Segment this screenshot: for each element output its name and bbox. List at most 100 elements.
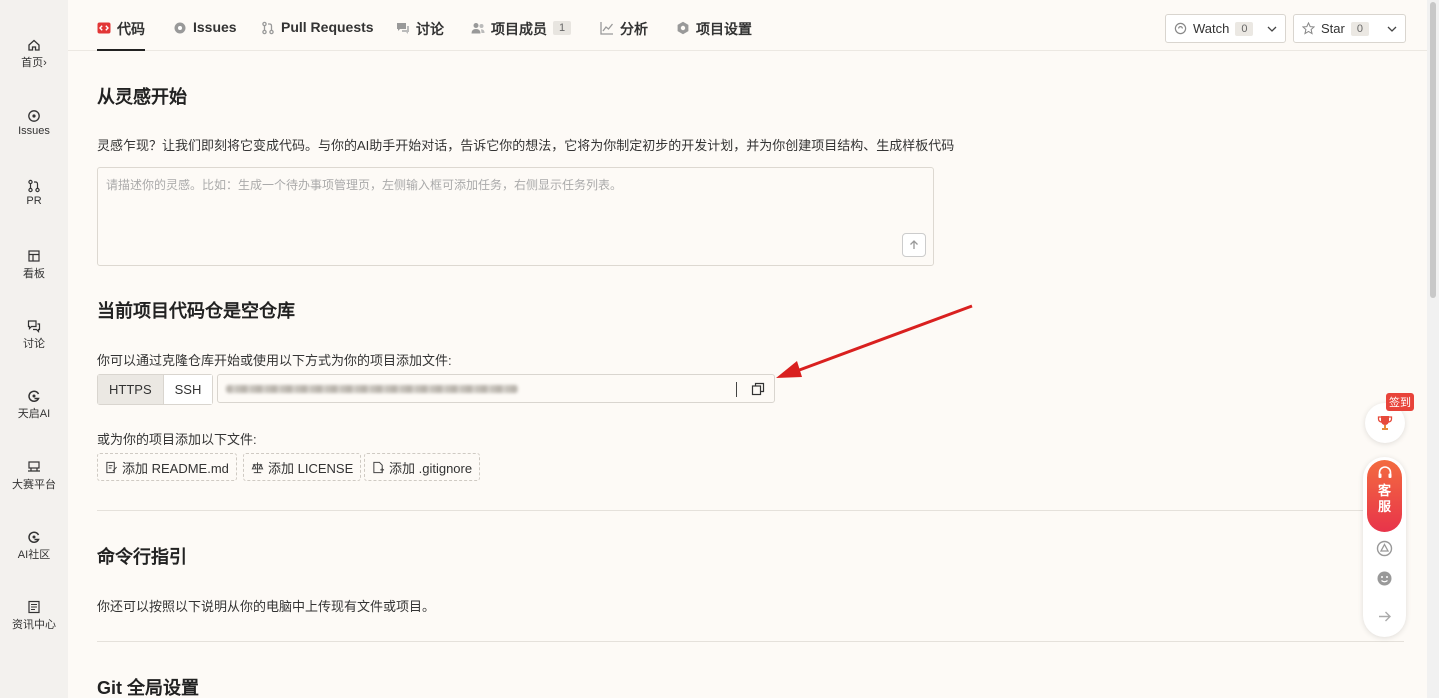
sidebar-item-ai[interactable]: 天启AI (0, 389, 68, 421)
contest-icon (27, 460, 41, 474)
code-icon (97, 21, 111, 35)
send-button[interactable] (902, 233, 926, 257)
news-icon (27, 600, 41, 614)
clone-url-field[interactable] (217, 374, 775, 403)
inspire-description: 灵感乍现？让我们即刻将它变成代码。与你的AI助手开始对话，告诉它你的想法，它将为… (97, 138, 955, 153)
empty-repo-title: 当前项目代码仓是空仓库 (97, 301, 295, 321)
star-button[interactable]: Star 0 (1293, 14, 1406, 43)
watch-button[interactable]: Watch 0 (1165, 14, 1286, 43)
inspire-title: 从灵感开始 (97, 87, 187, 107)
issue-icon (27, 109, 41, 123)
scrollbar[interactable] (1427, 0, 1439, 698)
sidebar-item-board[interactable]: 看板 (0, 249, 68, 281)
star-label: Star (1321, 21, 1345, 36)
empty-repo-description: 你可以通过克隆仓库开始或使用以下方式为你的项目添加文件: (97, 353, 452, 368)
inspiration-input[interactable] (98, 168, 933, 265)
tab-pull-requests[interactable]: Pull Requests (261, 19, 374, 51)
text-cursor (736, 382, 737, 397)
sidebar-item-label: 大赛平台 (12, 479, 56, 491)
chevron-down-icon (1387, 26, 1397, 32)
sidebar-item-label: 看板 (23, 268, 45, 280)
trophy-icon (1377, 416, 1393, 430)
tab-issues[interactable]: Issues (173, 19, 237, 51)
tab-code[interactable]: 代码 (97, 19, 145, 51)
customer-service-label: 客服 (1377, 483, 1391, 514)
discussion-icon (27, 319, 41, 333)
pull-request-icon (261, 21, 275, 35)
chevron-right-icon: › (43, 57, 47, 69)
tab-discussion[interactable]: 讨论 (396, 19, 444, 51)
sidebar-item-label: AI社区 (17, 549, 51, 561)
watch-label: Watch (1193, 21, 1230, 36)
copy-icon[interactable] (751, 382, 765, 396)
signin-badge[interactable]: 签到 (1386, 393, 1414, 411)
button-label: 添加 .gitignore (389, 460, 473, 476)
watch-count: 0 (1235, 21, 1254, 36)
tab-label: 讨论 (416, 21, 444, 37)
scale-icon (251, 461, 264, 473)
tab-label: 代码 (117, 21, 145, 37)
sidebar-item-label: Issues (18, 125, 50, 137)
sidebar-item-community[interactable]: AI社区 (0, 530, 68, 562)
tab-label: 项目设置 (696, 21, 752, 37)
main-content: 代码 Issues Pull Requests 讨论 项目成员 1 分析 项目设… (68, 0, 1429, 698)
scrollbar-thumb[interactable] (1430, 2, 1436, 298)
tab-members[interactable]: 项目成员 1 (471, 19, 572, 51)
floating-toolbar: 客服 (1363, 457, 1406, 637)
cli-title: 命令行指引 (97, 547, 187, 567)
home-icon (27, 38, 41, 52)
sidebar-item-issues[interactable]: Issues (0, 109, 68, 137)
add-gitignore-button[interactable]: 添加 .gitignore (364, 453, 481, 481)
sidebar-item-news[interactable]: 资讯中心 (0, 600, 68, 632)
customer-service-button[interactable]: 客服 (1367, 460, 1402, 532)
sidebar-item-home[interactable]: 首页› (0, 38, 68, 70)
arrow-up-icon (910, 240, 918, 249)
board-icon (27, 249, 41, 263)
button-label: 添加 LICENSE (268, 460, 354, 476)
ai-assistant-icon[interactable] (1376, 540, 1393, 557)
tab-label: Pull Requests (281, 19, 374, 35)
sidebar-item-label: PR (26, 195, 42, 207)
eye-icon (1174, 22, 1187, 35)
add-files-description: 或为你的项目添加以下文件: (97, 432, 257, 447)
sidebar-item-pr[interactable]: PR (0, 179, 68, 207)
add-license-button[interactable]: 添加 LICENSE (243, 453, 362, 481)
headset-icon (1378, 466, 1391, 478)
tab-label: 分析 (620, 21, 648, 37)
button-label: 添加 README.md (122, 460, 229, 476)
cli-description: 你还可以按照以下说明从你的电脑中上传现有文件或项目。 (97, 599, 436, 614)
sidebar-item-label: 天启AI (17, 408, 51, 420)
sidebar-item-label: 首页 (21, 57, 44, 69)
protocol-ssh-button[interactable]: SSH (163, 375, 213, 404)
annotation-arrow (776, 304, 973, 378)
analytics-icon (600, 21, 614, 35)
community-icon (27, 530, 41, 544)
add-file-icon (373, 461, 385, 473)
git-config-title: Git 全局设置 (97, 678, 199, 698)
feedback-smile-icon[interactable] (1376, 570, 1393, 587)
add-readme-button[interactable]: 添加 README.md (97, 453, 237, 481)
members-icon (471, 21, 485, 35)
tab-label: 项目成员 (491, 21, 547, 37)
members-count-badge: 1 (553, 21, 572, 35)
arrow-right-icon[interactable] (1376, 608, 1393, 625)
star-icon (1301, 21, 1316, 35)
sidebar-item-label: 资讯中心 (12, 619, 56, 631)
chevron-down-icon (1267, 26, 1277, 32)
protocol-switch: HTTPS SSH (97, 374, 214, 405)
tab-label: Issues (193, 19, 237, 35)
left-sidebar: 首页› Issues PR 看板 讨论 天启AI 大赛平台 AI社区 资讯中心 (0, 0, 68, 698)
clone-url-redacted (226, 385, 518, 393)
sidebar-item-discussion[interactable]: 讨论 (0, 319, 68, 351)
repo-tab-bar: 代码 Issues Pull Requests 讨论 项目成员 1 分析 项目设… (68, 0, 1429, 51)
tab-settings[interactable]: 项目设置 (676, 19, 752, 51)
pull-request-icon (27, 179, 41, 193)
section-divider (97, 510, 1404, 511)
ai-icon (27, 389, 41, 403)
discussion-icon (396, 21, 410, 35)
protocol-https-button[interactable]: HTTPS (98, 375, 164, 404)
settings-icon (676, 21, 690, 35)
tab-analytics[interactable]: 分析 (600, 19, 648, 51)
issue-icon (173, 21, 187, 35)
sidebar-item-contest[interactable]: 大赛平台 (0, 460, 68, 492)
